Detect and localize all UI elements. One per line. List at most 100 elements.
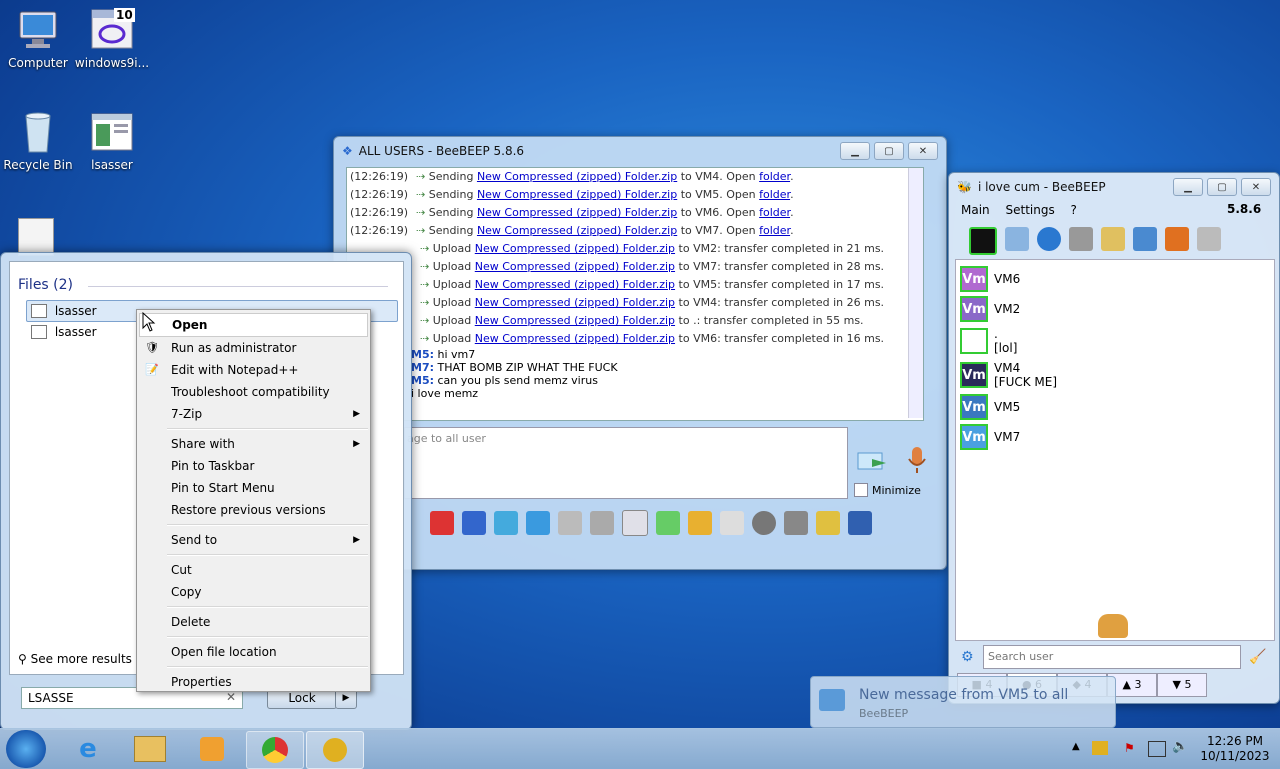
taskbar-media-player-icon[interactable] — [184, 731, 240, 767]
color-icon[interactable] — [462, 511, 486, 535]
start-button[interactable] — [6, 730, 46, 768]
note-edit-icon[interactable] — [1101, 227, 1125, 251]
filter-icon[interactable] — [494, 511, 518, 535]
chat-sender: M5: — [411, 348, 434, 361]
context-menu-item[interactable]: Open — [139, 313, 368, 337]
desktop-icon-computer[interactable]: Computer — [0, 8, 76, 70]
send-file-icon[interactable] — [656, 511, 680, 535]
clear-broom-icon[interactable]: 🧹 — [1249, 649, 1266, 665]
refresh-gear-icon[interactable]: ⚙ — [961, 649, 974, 665]
context-menu-item[interactable]: Cut — [137, 559, 370, 581]
tray-network-icon[interactable] — [1148, 741, 1166, 757]
file-link[interactable]: New Compressed (zipped) Folder.zip — [477, 224, 677, 237]
send-button[interactable] — [856, 445, 888, 475]
close-button[interactable]: ✕ — [908, 142, 938, 160]
bucket-icon[interactable] — [1197, 227, 1221, 251]
folder-link[interactable]: folder — [759, 224, 790, 237]
maximize-button[interactable]: ▢ — [874, 142, 904, 160]
status-icon[interactable] — [969, 227, 997, 255]
tray-flag-icon[interactable]: ⚑ — [1124, 741, 1135, 755]
user-list-item[interactable]: Vm VM4 [FUCK ME] — [956, 358, 1274, 392]
minimize-button[interactable]: ▁ — [840, 142, 870, 160]
tab-history[interactable]: ▼ 5 — [1157, 673, 1207, 697]
context-menu-item[interactable]: Delete — [137, 611, 370, 633]
desktop-icon-recycle-bin[interactable]: Recycle Bin — [0, 110, 76, 172]
minimize-button[interactable]: ▁ — [1173, 178, 1203, 196]
user-list-item[interactable]: Vm VM6 — [956, 264, 1274, 294]
maximize-button[interactable]: ▢ — [1207, 178, 1237, 196]
taskbar-ie-icon[interactable]: e — [60, 731, 116, 767]
taskbar-beebeep-icon[interactable] — [306, 731, 364, 769]
context-menu-item[interactable]: Pin to Taskbar — [137, 455, 370, 477]
file-link[interactable]: New Compressed (zipped) Folder.zip — [475, 242, 675, 255]
broadcast-icon[interactable] — [1037, 227, 1061, 251]
microphone-icon[interactable] — [906, 445, 928, 475]
tools-icon[interactable] — [1133, 227, 1157, 251]
tray-volume-icon[interactable]: 🔈 — [1172, 739, 1188, 754]
user-name: VM4 — [994, 361, 1021, 375]
tray-beebeep-icon[interactable] — [1092, 741, 1108, 755]
file-link[interactable]: New Compressed (zipped) Folder.zip — [475, 332, 675, 345]
context-menu-item[interactable]: Pin to Start Menu — [137, 477, 370, 499]
edit-icon[interactable] — [816, 511, 840, 535]
context-menu-item[interactable]: Share with ▶ — [137, 433, 370, 455]
folder-link[interactable]: folder — [759, 206, 790, 219]
file-link[interactable]: New Compressed (zipped) Folder.zip — [475, 278, 675, 291]
context-menu-item[interactable]: 🛡 Run as administrator — [137, 337, 370, 359]
screenshot-icon[interactable] — [752, 511, 776, 535]
taskbar-chrome-icon[interactable] — [246, 731, 304, 769]
user-list-item[interactable]: Vm VM2 — [956, 294, 1274, 324]
file-link[interactable]: New Compressed (zipped) Folder.zip — [477, 188, 677, 201]
user-list-item[interactable]: . [lol] — [956, 324, 1274, 358]
context-menu-item[interactable]: Send to ▶ — [137, 529, 370, 551]
file-link[interactable]: New Compressed (zipped) Folder.zip — [477, 170, 677, 183]
html-icon[interactable] — [720, 511, 744, 535]
folder-link[interactable]: folder — [759, 170, 790, 183]
profile-icon[interactable] — [1005, 227, 1029, 251]
see-more-results[interactable]: ⚲ See more results — [18, 652, 132, 666]
show-hidden-icons[interactable]: ▲ — [1072, 741, 1080, 752]
desktop-icon-windows9i[interactable]: windows9i... — [74, 8, 150, 70]
context-menu-item[interactable]: Troubleshoot compatibility — [137, 381, 370, 403]
settings-gear-icon[interactable] — [526, 511, 550, 535]
search-user-input[interactable]: Search user — [983, 645, 1241, 669]
user-list-item[interactable]: Vm VM5 — [956, 392, 1274, 422]
context-menu-item[interactable]: 📝 Edit with Notepad++ — [137, 359, 370, 381]
emoticon-icon[interactable] — [590, 511, 614, 535]
context-menu-item[interactable]: Copy — [137, 581, 370, 603]
message-input[interactable]: age to all user — [404, 427, 848, 499]
context-menu-item[interactable]: Open file location — [137, 641, 370, 663]
note-icon[interactable] — [622, 510, 648, 536]
history-icon[interactable] — [784, 511, 808, 535]
context-menu-item[interactable]: Properties — [137, 671, 370, 693]
context-menu-item[interactable]: 7-Zip ▶ — [137, 403, 370, 425]
update-icon[interactable] — [1165, 227, 1189, 251]
file-result[interactable]: lsasser — [26, 322, 136, 342]
spellcheck-icon[interactable] — [558, 511, 582, 535]
save-icon[interactable] — [848, 511, 872, 535]
file-link[interactable]: New Compressed (zipped) Folder.zip — [477, 206, 677, 219]
transfer-icon: ⇢ — [420, 278, 433, 291]
menu-help[interactable]: ? — [1071, 203, 1077, 217]
clock[interactable]: 12:26 PM 10/11/2023 — [1200, 734, 1270, 764]
file-icon — [31, 325, 47, 339]
send-folder-icon[interactable] — [688, 511, 712, 535]
user-list-item[interactable]: Vm VM7 — [956, 422, 1274, 452]
scrollbar[interactable] — [908, 168, 923, 418]
minimize-checkbox[interactable] — [854, 483, 868, 497]
close-button[interactable]: ✕ — [1241, 178, 1271, 196]
file-link[interactable]: New Compressed (zipped) Folder.zip — [475, 314, 675, 327]
settings-file-icon[interactable] — [18, 218, 54, 256]
notification-popup[interactable]: New message from VM5 to all BeeBEEP — [810, 676, 1116, 728]
file-link[interactable]: New Compressed (zipped) Folder.zip — [475, 260, 675, 273]
home-icon[interactable] — [1069, 227, 1093, 251]
file-link[interactable]: New Compressed (zipped) Folder.zip — [475, 296, 675, 309]
user-avatar: Vm — [960, 424, 988, 450]
font-icon[interactable] — [430, 511, 454, 535]
folder-link[interactable]: folder — [759, 188, 790, 201]
context-menu-item[interactable]: Restore previous versions — [137, 499, 370, 521]
menu-settings[interactable]: Settings — [1005, 203, 1054, 217]
desktop-icon-lsasser[interactable]: lsasser — [74, 110, 150, 172]
taskbar-explorer-icon[interactable] — [122, 731, 178, 767]
menu-main[interactable]: Main — [961, 203, 990, 217]
